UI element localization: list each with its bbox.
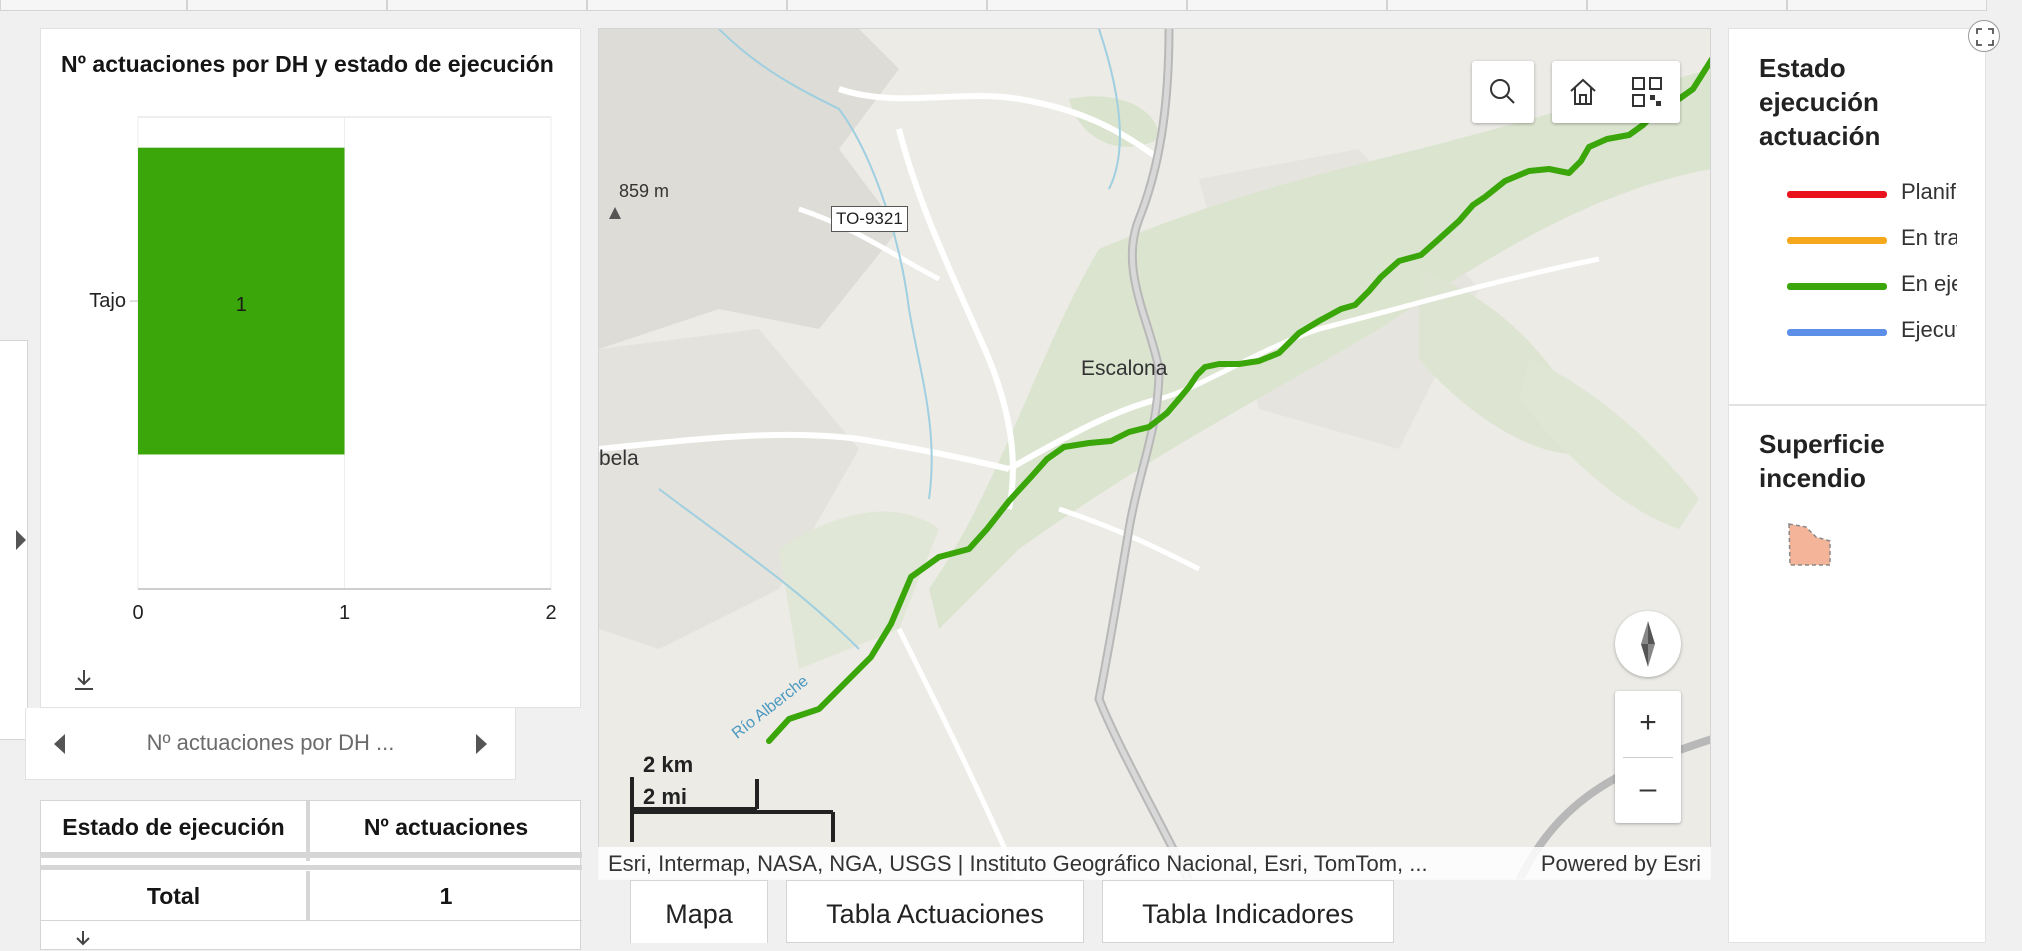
scale-km-label: 2 km [643,752,694,777]
legend-divider [1729,404,1987,406]
legend-swatch-tramitacion [1787,237,1887,244]
compass-button[interactable] [1615,611,1681,677]
fire-area-swatch [1788,523,1831,566]
attribution-text[interactable]: Esri, Intermap, NASA, NGA, USGS | Instit… [608,847,1428,880]
map-attribution: Esri, Intermap, NASA, NGA, USGS | Instit… [598,847,1711,880]
chart-pager-label: Nº actuaciones por DH ... [146,730,395,755]
qr-code-icon[interactable] [1630,75,1664,109]
top-tab[interactable] [387,0,587,11]
bar-chart-card: Nº actuaciones por DH y estado de ejecuc… [40,28,581,708]
compass-icon [1641,621,1655,667]
previous-chart-arrow-icon[interactable] [54,734,65,754]
legend-swatch-ejecutada [1787,329,1887,336]
tab-tabla-indicadores[interactable]: Tabla Indicadores [1102,880,1394,943]
legend-title-line: ejecución [1759,87,1879,117]
fullscreen-icon [1976,28,1994,46]
zoom-out-button[interactable]: – [1615,757,1681,823]
table-header-estado[interactable]: Estado de ejecución [41,801,306,853]
top-tab[interactable] [787,0,987,11]
chart-pager: Nº actuaciones por DH ... [25,708,516,780]
legend-title-line: Estado [1759,53,1846,83]
summary-table: Estado de ejecución Nº actuaciones Total… [40,800,582,951]
top-tab[interactable] [987,0,1187,11]
zoom-in-button[interactable]: + [1615,691,1681,757]
search-icon [1490,79,1515,104]
top-tab[interactable] [1787,0,1987,11]
tab-mapa[interactable]: Mapa [630,880,768,943]
legend-label-ejecutada: Ejecutada [1901,317,1957,342]
top-tab[interactable] [1387,0,1587,11]
legend-label-planificada: Planificada [1901,179,1957,204]
bar-chart: 0 1 2 Tajo 1 [89,116,557,624]
table-separator [41,865,582,870]
legend-swatch-ejecucion [1787,283,1887,290]
table-separator [41,853,582,858]
x-tick-label: 1 [339,602,350,624]
next-chart-arrow-icon[interactable] [476,734,487,754]
top-tab-strip [0,0,2022,11]
peak-label: 859 m [619,181,670,201]
table-header-actuaciones[interactable]: Nº actuaciones [310,801,582,853]
legend-title-superficie: Superficie incendio [1759,427,1885,495]
x-tick-label: 2 [545,602,556,624]
town-label: Escalona [1081,357,1168,380]
fullscreen-button[interactable] [1968,20,2000,52]
x-tick-label: 0 [132,602,143,624]
legend-swatch-planificada [1787,191,1887,198]
expand-panel-arrow-icon[interactable] [16,530,26,550]
download-icon[interactable] [71,667,97,693]
home-icon[interactable] [1566,75,1600,109]
top-tab[interactable] [1187,0,1387,11]
scale-mi-label: 2 mi [643,784,688,809]
map-legend: Estado ejecución actuación Planificada E… [1728,28,1987,943]
table-total-label: Total [41,871,306,921]
top-tab[interactable] [587,0,787,11]
bar-data-label: 1 [236,294,247,316]
table-total-value: 1 [310,871,582,921]
powered-by-esri[interactable]: Powered by Esri [1541,847,1701,880]
legend-title-line: actuación [1759,121,1881,151]
top-tab[interactable] [187,0,387,11]
town-label-west: bela [599,447,639,470]
zoom-control: + – [1615,691,1681,823]
map-view[interactable]: 859 m TO-9321 Escalona bela Río Alberche [598,28,1711,880]
top-tab[interactable] [0,0,187,11]
legend-title-line: Superficie [1759,429,1885,459]
download-icon[interactable] [71,931,95,951]
legend-title-line: incendio [1759,463,1866,493]
column-divider [306,871,310,921]
road-badge: TO-9321 [831,206,908,232]
tab-tabla-actuaciones[interactable]: Tabla Actuaciones [786,880,1084,943]
map-tool-group [1552,61,1680,123]
legend-label-ejecucion: En ejecución [1901,271,1957,296]
column-divider [306,801,310,861]
top-tab[interactable] [1587,0,1787,11]
map-search-button[interactable] [1472,61,1534,123]
legend-label-tramitacion: En tramitación [1901,225,1957,250]
y-category-label: Tajo [89,290,126,312]
legend-title-estado: Estado ejecución actuación [1759,51,1880,153]
